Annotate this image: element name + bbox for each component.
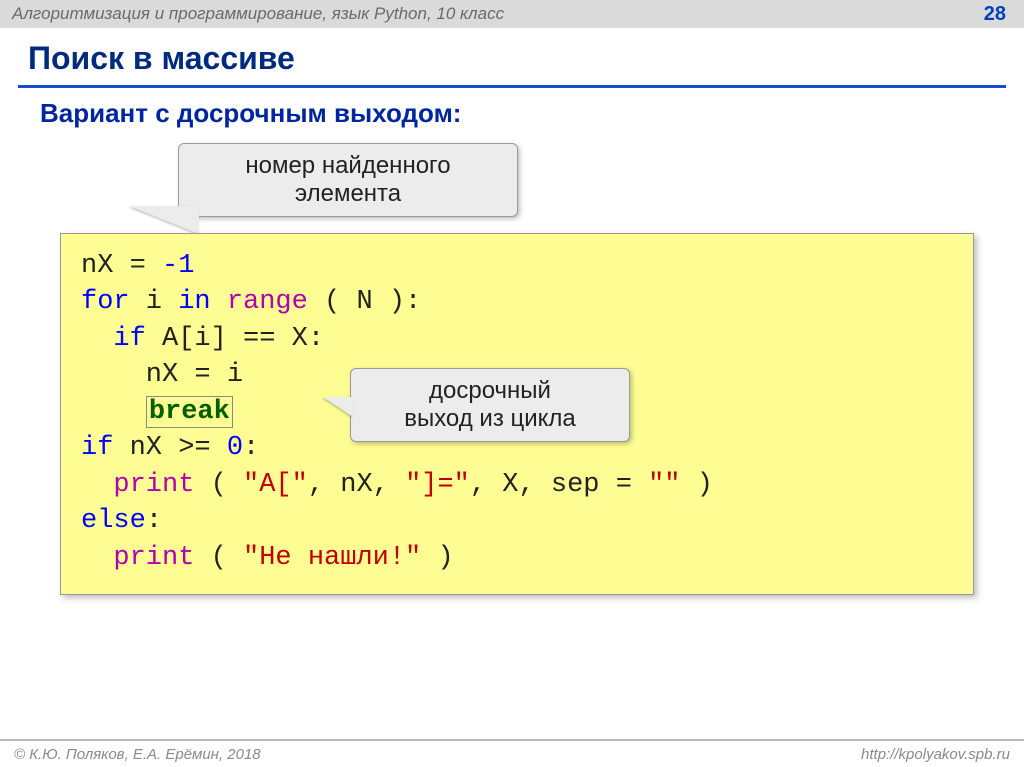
- code-token: [211, 287, 227, 317]
- code-token: nX >=: [113, 433, 226, 463]
- code-token: i: [130, 287, 179, 317]
- break-keyword-box: break: [146, 396, 233, 428]
- callout-early-exit: досрочный выход из цикла: [350, 368, 630, 442]
- callout-line: номер найденного: [197, 152, 499, 180]
- code-token: , X, sep =: [470, 470, 648, 500]
- callout-line: элемента: [197, 180, 499, 208]
- page-title: Поиск в массиве: [0, 28, 1024, 85]
- page-number: 28: [984, 3, 1012, 26]
- course-title: Алгоритмизация и программирование, язык …: [12, 4, 984, 24]
- code-token: print: [113, 543, 194, 573]
- callout-tail-icon: [129, 206, 199, 234]
- code-token: in: [178, 287, 210, 317]
- callout-line: выход из цикла: [369, 405, 611, 433]
- code-token: ): [681, 470, 713, 500]
- footer-url: http://kpolyakov.spb.ru: [861, 746, 1010, 763]
- subtitle: Вариант с досрочным выходом:: [0, 88, 1024, 143]
- code-token: for: [81, 287, 130, 317]
- callout-line: досрочный: [369, 377, 611, 405]
- callout-found-index: номер найденного элемента: [178, 143, 518, 217]
- code-token: ): [421, 543, 453, 573]
- code-token: , nX,: [308, 470, 405, 500]
- code-token: nX: [81, 251, 113, 281]
- code-token: "]=": [405, 470, 470, 500]
- footer-copyright: © К.Ю. Поляков, Е.А. Ерёмин, 2018: [14, 746, 261, 763]
- slide: Алгоритмизация и программирование, язык …: [0, 0, 1024, 767]
- topbar: Алгоритмизация и программирование, язык …: [0, 0, 1024, 28]
- code-token: [81, 397, 146, 427]
- code-token: if: [81, 433, 113, 463]
- code-token: "Не нашли!": [243, 543, 421, 573]
- code-token: else: [81, 506, 146, 536]
- footer: © К.Ю. Поляков, Е.А. Ерёмин, 2018 http:/…: [0, 739, 1024, 767]
- code-token: 0: [227, 433, 243, 463]
- code-token: (: [194, 470, 243, 500]
- code-token: nX = i: [81, 360, 243, 390]
- code-token: range: [227, 287, 308, 317]
- code-token: =: [113, 251, 162, 281]
- code-token: print: [113, 470, 194, 500]
- code-token: "": [648, 470, 680, 500]
- content-stage: номер найденного элемента nX = -1 for i …: [0, 143, 1024, 703]
- code-token: :: [146, 506, 162, 536]
- callout-tail-icon: [323, 397, 353, 417]
- code-token: [81, 470, 113, 500]
- code-token: [81, 543, 113, 573]
- code-token: (: [194, 543, 243, 573]
- code-token: A[i] == X:: [146, 324, 324, 354]
- code-token: ( N ):: [308, 287, 421, 317]
- code-token: :: [243, 433, 259, 463]
- code-token: if: [81, 324, 146, 354]
- code-token: "A[": [243, 470, 308, 500]
- code-token: -1: [162, 251, 194, 281]
